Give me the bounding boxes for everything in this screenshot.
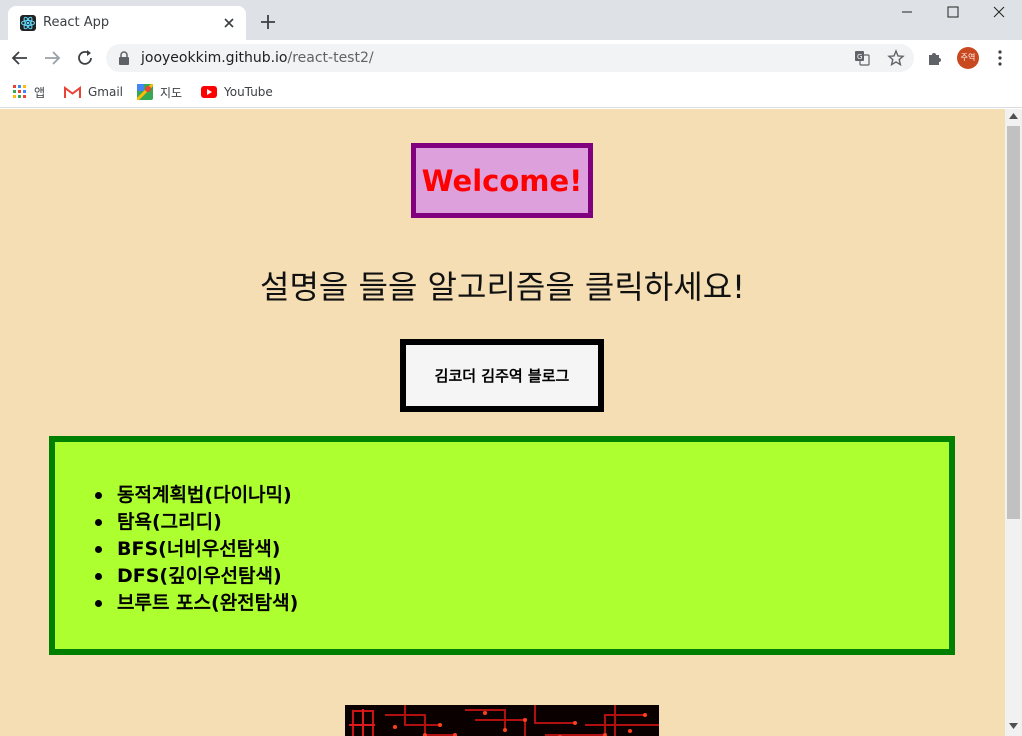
algorithm-item-bfs[interactable]: BFS(너비우선탐색) [95,536,298,563]
bookmark-apps[interactable]: 앱 [13,82,45,102]
url-host: jooyeokkim.github.io [141,50,288,66]
window-close-icon[interactable] [976,0,1022,32]
extensions-puzzle-icon[interactable] [926,49,944,67]
apps-grid-icon [13,85,26,98]
bookmark-youtube[interactable]: YouTube [201,82,273,102]
svg-text:G: G [857,53,862,61]
bookmark-label: 지도 [160,85,183,100]
close-tab-icon[interactable] [220,14,238,32]
minimize-icon[interactable] [884,0,930,32]
scroll-down-arrow-icon[interactable] [1009,723,1018,729]
scrollbar-thumb[interactable] [1007,126,1020,519]
bookmark-label: Gmail [88,85,124,99]
algorithm-item-brute-force[interactable]: 브루트 포스(완전탐색) [95,590,298,617]
bookmark-star-icon[interactable] [887,49,905,67]
forward-arrow-icon[interactable] [42,48,62,68]
reload-icon[interactable] [75,48,95,68]
welcome-banner: Welcome! [411,143,593,218]
back-arrow-icon[interactable] [10,48,30,68]
bookmark-maps[interactable]: 지도 [137,82,182,102]
vertical-scrollbar[interactable] [1005,109,1022,736]
new-tab-icon[interactable] [258,12,278,32]
maximize-icon[interactable] [930,0,976,32]
algorithm-item-dfs[interactable]: DFS(깊이우선탐색) [95,563,298,590]
algorithm-label: 동적계획법(다이나믹) [117,484,292,506]
youtube-icon [201,86,217,98]
bullet-icon [95,600,102,607]
algorithm-label: BFS(너비우선탐색) [117,538,281,560]
address-bar[interactable]: jooyeokkim.github.io/react-test2/ G [106,44,914,72]
algorithm-item-dynamic-programming[interactable]: 동적계획법(다이나믹) [95,482,298,509]
algorithm-label: 브루트 포스(완전탐색) [117,592,299,614]
translate-icon[interactable]: G [854,50,870,66]
algorithm-label: DFS(깊이우선탐색) [117,565,282,587]
url-path: /react-test2/ [287,50,374,66]
browser-tab[interactable]: React App [8,6,246,40]
gmail-icon [64,85,81,98]
tab-strip: React App [0,0,1022,40]
browser-toolbar: jooyeokkim.github.io/react-test2/ G 주역 [0,40,1022,76]
react-logo-icon [20,15,36,31]
kebab-menu-icon[interactable] [992,49,1008,67]
profile-avatar[interactable]: 주역 [957,47,979,69]
bullet-icon [95,546,102,553]
maps-icon [137,84,153,100]
bullet-icon [95,519,102,526]
blog-link-button[interactable]: 김코더 김주역 블로그 [400,339,604,412]
url-text: jooyeokkim.github.io/react-test2/ [141,50,374,66]
circuit-board-image [345,705,659,736]
welcome-heading: Welcome! [421,163,583,198]
bookmark-label: YouTube [224,85,273,99]
algorithm-list: 동적계획법(다이나믹) 탐욕(그리디) BFS(너비우선탐색) DFS(깊이우선… [95,482,298,617]
bullet-icon [95,573,102,580]
bookmark-label: 앱 [34,85,46,100]
algorithm-item-greedy[interactable]: 탐욕(그리디) [95,509,298,536]
bookmark-gmail[interactable]: Gmail [64,82,123,102]
scroll-up-arrow-icon[interactable] [1009,113,1018,119]
instruction-text: 설명을 들을 알고리즘을 클릭하세요! [260,268,745,306]
algorithm-label: 탐욕(그리디) [117,511,222,533]
algorithm-list-box: 동적계획법(다이나믹) 탐욕(그리디) BFS(너비우선탐색) DFS(깊이우선… [49,436,955,655]
bookmarks-bar: 앱 Gmail 지도 YouTube [0,76,1022,108]
tab-title: React App [43,15,110,30]
page-viewport: Welcome! 설명을 들을 알고리즘을 클릭하세요! 김코더 김주역 블로그… [0,109,1005,736]
lock-icon[interactable] [118,51,130,65]
bullet-icon [95,492,102,499]
